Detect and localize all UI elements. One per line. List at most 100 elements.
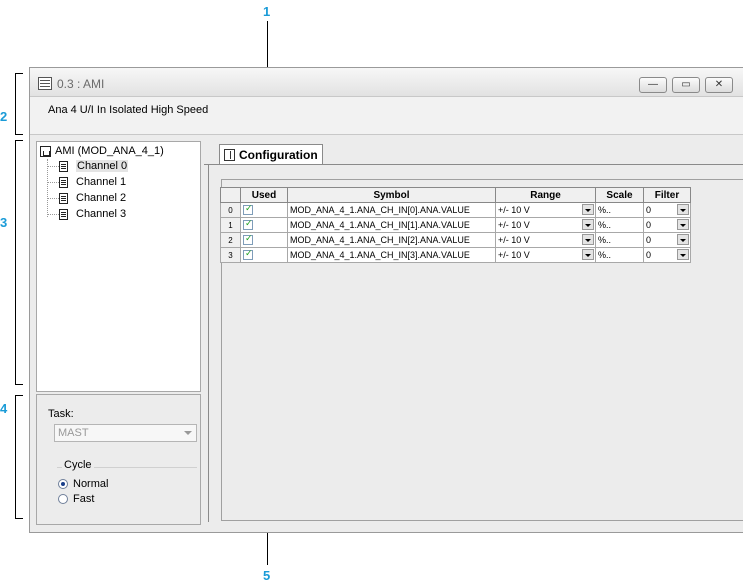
cycle-option-fast[interactable]: Fast	[58, 493, 94, 505]
range-select[interactable]: +/- 10 V	[495, 232, 596, 248]
configuration-area: Configuration Used Symbol Range Scale Fi…	[204, 141, 743, 525]
chevron-down-icon	[184, 431, 192, 435]
cycle-group: Cycle Normal Fast	[57, 459, 197, 520]
cycle-option-normal[interactable]: Normal	[58, 478, 108, 490]
task-select-value: MAST	[58, 427, 89, 439]
close-button[interactable]: ✕	[705, 77, 733, 93]
range-select[interactable]: +/- 10 V	[495, 247, 596, 263]
tree-root-module[interactable]: AMI (MOD_ANA_4_1)	[40, 145, 164, 157]
scale-cell[interactable]: %..	[595, 217, 644, 233]
radio-unselected-icon[interactable]	[58, 494, 68, 504]
column-header-symbol[interactable]: Symbol	[287, 187, 496, 203]
filter-select[interactable]: 0	[643, 232, 691, 248]
channel-icon	[59, 208, 68, 220]
module-window-icon	[38, 77, 52, 90]
channel-tree: AMI (MOD_ANA_4_1) Channel 0 Channel 1 Ch…	[36, 141, 201, 392]
cycle-label: Cycle	[62, 459, 94, 471]
filter-value: 0	[646, 205, 652, 215]
callout-4: 4	[0, 401, 8, 416]
restore-button[interactable]: ▭	[672, 77, 700, 93]
used-cell	[240, 232, 288, 248]
used-checkbox[interactable]	[243, 203, 253, 216]
symbol-cell[interactable]: MOD_ANA_4_1.ANA_CH_IN[2].ANA.VALUE	[287, 232, 496, 248]
row-index: 1	[220, 217, 241, 233]
column-header-filter[interactable]: Filter	[643, 187, 691, 203]
tree-item-label: Channel 0	[76, 160, 129, 172]
column-header-scale[interactable]: Scale	[595, 187, 644, 203]
row-index: 2	[220, 232, 241, 248]
chevron-down-icon[interactable]	[677, 204, 689, 215]
chevron-down-icon[interactable]	[582, 204, 594, 215]
task-panel: Task: MAST Cycle Normal Fast	[36, 394, 201, 525]
filter-value: 0	[646, 235, 652, 245]
cycle-option-label: Normal	[73, 478, 109, 490]
chevron-down-icon[interactable]	[582, 219, 594, 230]
tree-root-label: AMI (MOD_ANA_4_1)	[55, 145, 164, 157]
chevron-down-icon[interactable]	[677, 234, 689, 245]
task-select[interactable]: MAST	[54, 424, 197, 442]
radio-selected-icon[interactable]	[58, 479, 68, 489]
channel-icon	[59, 192, 68, 204]
callout-5: 5	[263, 568, 271, 583]
callout-2: 2	[0, 109, 8, 124]
tree-item-label: Channel 3	[76, 208, 127, 220]
module-icon	[40, 145, 51, 157]
cycle-option-label: Fast	[73, 493, 95, 505]
table-row: 2 MOD_ANA_4_1.ANA_CH_IN[2].ANA.VALUE +/-…	[220, 232, 691, 248]
filter-select[interactable]: 0	[643, 202, 691, 218]
used-checkbox[interactable]	[243, 248, 253, 261]
callout-3-bracket	[15, 140, 23, 385]
used-cell	[240, 202, 288, 218]
chevron-down-icon[interactable]	[582, 249, 594, 260]
minimize-button[interactable]: —	[639, 77, 667, 93]
row-index: 0	[220, 202, 241, 218]
chevron-down-icon[interactable]	[582, 234, 594, 245]
used-checkbox[interactable]	[243, 233, 253, 246]
used-cell	[240, 247, 288, 263]
range-value: +/- 10 V	[498, 220, 530, 230]
filter-select[interactable]: 0	[643, 217, 691, 233]
tree-item-channel-1[interactable]: Channel 1	[47, 176, 126, 188]
column-header-index	[220, 187, 241, 203]
row-index: 3	[220, 247, 241, 263]
channel-icon	[59, 176, 68, 188]
symbol-cell[interactable]: MOD_ANA_4_1.ANA_CH_IN[3].ANA.VALUE	[287, 247, 496, 263]
window-title: 0.3 : AMI	[57, 77, 105, 91]
task-label: Task:	[48, 408, 74, 420]
module-window: 0.3 : AMI — ▭ ✕ Ana 4 U/I In Isolated Hi…	[29, 67, 743, 533]
scale-cell[interactable]: %..	[595, 247, 644, 263]
filter-value: 0	[646, 220, 652, 230]
chevron-down-icon[interactable]	[677, 249, 689, 260]
callout-4-bracket	[15, 395, 23, 519]
filter-value: 0	[646, 250, 652, 260]
callout-2-bracket	[15, 73, 23, 135]
chevron-down-icon[interactable]	[677, 219, 689, 230]
module-description-bar: Ana 4 U/I In Isolated High Speed	[30, 97, 743, 135]
filter-select[interactable]: 0	[643, 247, 691, 263]
range-value: +/- 10 V	[498, 250, 530, 260]
tree-item-channel-3[interactable]: Channel 3	[47, 208, 126, 220]
table-row: 0 MOD_ANA_4_1.ANA_CH_IN[0].ANA.VALUE +/-…	[220, 202, 691, 218]
scale-cell[interactable]: %..	[595, 202, 644, 218]
title-bar[interactable]: 0.3 : AMI — ▭ ✕	[30, 68, 743, 97]
tab-configuration[interactable]: Configuration	[219, 144, 323, 165]
symbol-cell[interactable]: MOD_ANA_4_1.ANA_CH_IN[1].ANA.VALUE	[287, 217, 496, 233]
callout-1: 1	[263, 4, 271, 19]
column-header-range[interactable]: Range	[495, 187, 596, 203]
used-cell	[240, 217, 288, 233]
tree-item-channel-0[interactable]: Channel 0	[47, 160, 129, 172]
range-select[interactable]: +/- 10 V	[495, 217, 596, 233]
scale-cell[interactable]: %..	[595, 232, 644, 248]
channel-config-table: Used Symbol Range Scale Filter 0 MOD_ANA…	[220, 187, 691, 263]
range-select[interactable]: +/- 10 V	[495, 202, 596, 218]
channel-icon	[59, 160, 68, 172]
symbol-cell[interactable]: MOD_ANA_4_1.ANA_CH_IN[0].ANA.VALUE	[287, 202, 496, 218]
column-header-used[interactable]: Used	[240, 187, 288, 203]
used-checkbox[interactable]	[243, 218, 253, 231]
table-row: 1 MOD_ANA_4_1.ANA_CH_IN[1].ANA.VALUE +/-…	[220, 217, 691, 233]
configuration-icon	[224, 149, 235, 161]
tree-item-label: Channel 2	[76, 192, 127, 204]
tree-item-channel-2[interactable]: Channel 2	[47, 192, 126, 204]
callout-3: 3	[0, 215, 8, 230]
module-description: Ana 4 U/I In Isolated High Speed	[48, 104, 209, 116]
